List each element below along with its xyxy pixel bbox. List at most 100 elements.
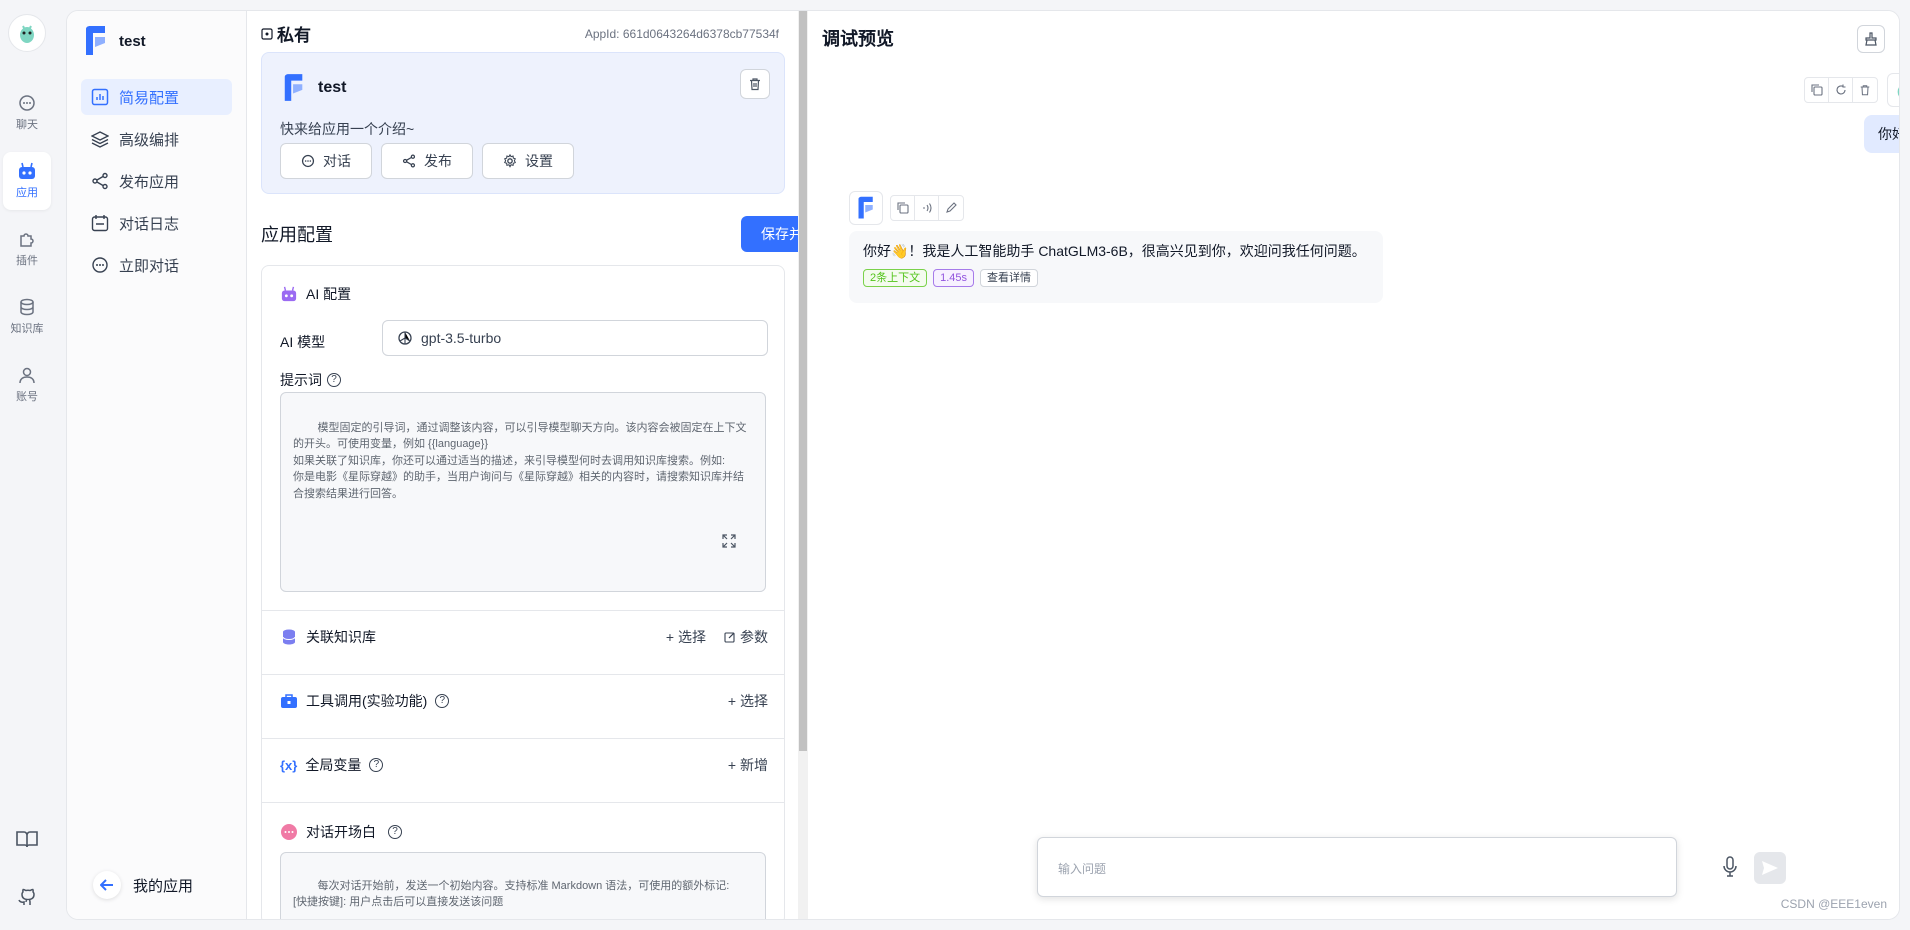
settings-button[interactable]: 设置 — [482, 143, 574, 179]
publish-button[interactable]: 发布 — [381, 143, 473, 179]
rail-item-chat[interactable]: 聊天 — [3, 84, 51, 142]
nav-item-chat-now[interactable]: 立即对话 — [81, 247, 232, 283]
nav-label: 简易配置 — [119, 89, 180, 107]
app-name: test — [119, 32, 146, 50]
model-value: gpt-3.5-turbo — [421, 330, 502, 346]
bot-avatar — [849, 191, 883, 225]
ai-config-label: AI 配置 — [306, 286, 352, 302]
user-avatar[interactable] — [8, 14, 46, 52]
chat-icon — [92, 257, 108, 273]
user-message-tools — [1804, 77, 1878, 103]
github-icon[interactable] — [14, 884, 40, 910]
bot-message-text: 你好👋！我是人工智能助手 ChatGLM3-6B，很高兴见到你，欢迎问我任何问题… — [863, 243, 1366, 259]
app-id: AppId: 661d0643264d6378cb77534f — [584, 26, 779, 41]
vars-add-button[interactable]: + 新增 — [728, 755, 768, 775]
gear-icon — [504, 154, 516, 168]
copy-icon[interactable] — [891, 196, 915, 220]
send-button[interactable] — [1754, 852, 1786, 884]
rail-label: 应用 — [16, 187, 38, 199]
rail-item-knowledge[interactable]: 知识库 — [3, 288, 51, 346]
delete-app-button[interactable] — [740, 69, 770, 99]
help-icon[interactable]: ? — [435, 694, 450, 708]
database-icon — [282, 629, 296, 645]
bot-message-tools — [890, 195, 964, 221]
retry-icon[interactable] — [1829, 78, 1853, 102]
tools-label: 工具调用(实验功能) — [306, 693, 428, 709]
trash-icon — [750, 78, 760, 91]
visibility-label: 私有 — [277, 26, 311, 45]
tools-row: 工具调用(实验功能) ? + 选择 — [280, 686, 768, 716]
lock-icon — [261, 27, 273, 40]
nav-item-simple-config[interactable]: 简易配置 — [81, 79, 232, 115]
nav-label: 立即对话 — [119, 257, 180, 275]
edit-icon — [724, 632, 735, 643]
config-panel: 私有 AppId: 661d0643264d6378cb77534f test … — [247, 11, 851, 919]
rail-item-plugins[interactable]: 插件 — [3, 220, 51, 278]
help-icon[interactable]: ? — [327, 373, 341, 387]
share-icon — [402, 154, 416, 168]
rail-label: 账号 — [16, 391, 38, 403]
app-logo-icon — [86, 26, 105, 55]
book-icon[interactable] — [14, 826, 40, 852]
chat-bubble-icon — [281, 824, 297, 840]
expand-icon[interactable] — [722, 501, 753, 581]
left-rail: 聊天 应用 插件 知识库 账号 — [0, 0, 66, 930]
chat-icon — [19, 95, 35, 111]
chat-input[interactable]: 输入问题 — [1037, 837, 1786, 897]
ai-config-header: AI 配置 — [280, 284, 351, 304]
microphone-icon[interactable] — [1722, 856, 1738, 878]
clear-chat-button[interactable] — [1857, 25, 1885, 53]
help-icon[interactable]: ? — [369, 758, 384, 772]
edit-icon[interactable] — [939, 196, 963, 220]
opener-header: 对话开场白 ? — [280, 822, 402, 842]
calendar-icon — [91, 215, 109, 232]
message-tags: 2条上下文 1.45s 查看详情 — [863, 269, 1369, 287]
kb-params-button[interactable]: 参数 — [724, 627, 768, 647]
nav-item-advanced[interactable]: 高级编排 — [81, 121, 232, 157]
send-icon — [1762, 861, 1778, 875]
opener-textarea[interactable]: 每次对话开始前，发送一个初始内容。支持标准 Markdown 语法，可使用的额外… — [280, 852, 766, 919]
rail-item-account[interactable]: 账号 — [3, 356, 51, 414]
app-info-card: test 快来给应用一个介绍~ 对话 发布 设置 — [261, 52, 785, 194]
layers-icon — [91, 131, 109, 148]
app-actions: 对话 发布 设置 — [280, 143, 574, 179]
divider — [262, 802, 784, 803]
app-title-row: test — [282, 73, 346, 103]
robot-icon — [281, 286, 297, 302]
delete-icon[interactable] — [1853, 78, 1877, 102]
divider — [262, 610, 784, 611]
speaker-icon[interactable] — [915, 196, 939, 220]
nav-item-publish[interactable]: 发布应用 — [81, 163, 232, 199]
divider — [262, 738, 784, 739]
rail-label: 插件 — [16, 255, 38, 267]
variables-row: {x} 全局变量 ? + 新增 — [280, 750, 768, 780]
kb-select-label: 选择 — [678, 629, 706, 645]
model-select[interactable]: gpt-3.5-turbo — [382, 320, 768, 356]
user-message: 你好 — [1864, 115, 1899, 153]
nav-label: 发布应用 — [119, 173, 180, 191]
view-details-tag[interactable]: 查看详情 — [980, 269, 1039, 287]
chat-button-label: 对话 — [323, 153, 351, 169]
rail-label: 知识库 — [10, 323, 44, 335]
prompt-label: 提示词 ? — [280, 370, 341, 390]
kb-select-button[interactable]: + 选择 — [666, 627, 706, 647]
config-topbar: 私有 AppId: 661d0643264d6378cb77534f — [261, 21, 779, 46]
back-to-my-apps[interactable]: 我的应用 — [93, 871, 193, 899]
rail-label: 聊天 — [16, 119, 38, 131]
knowledge-row: 关联知识库 + 选择 参数 — [280, 622, 768, 652]
rail-item-apps[interactable]: 应用 — [3, 152, 51, 210]
knowledge-label: 关联知识库 — [306, 629, 376, 645]
nav-item-logs[interactable]: 对话日志 — [81, 205, 232, 241]
context-tag[interactable]: 2条上下文 — [863, 269, 928, 287]
chat-button[interactable]: 对话 — [280, 143, 372, 179]
prompt-textarea[interactable]: 模型固定的引导词，通过调整该内容，可以引导模型聊天方向。该内容会被固定在上下文的… — [280, 392, 766, 592]
config-scrollbar-thumb[interactable] — [799, 11, 807, 751]
copy-icon[interactable] — [1805, 78, 1829, 102]
tools-select-button[interactable]: + 选择 — [728, 691, 768, 711]
chat-icon — [301, 154, 315, 168]
kb-params-label: 参数 — [740, 629, 768, 645]
vars-add-label: 新增 — [740, 757, 768, 773]
toolbox-icon — [281, 694, 297, 708]
nav-label: 对话日志 — [119, 215, 180, 233]
help-icon[interactable]: ? — [388, 825, 402, 839]
